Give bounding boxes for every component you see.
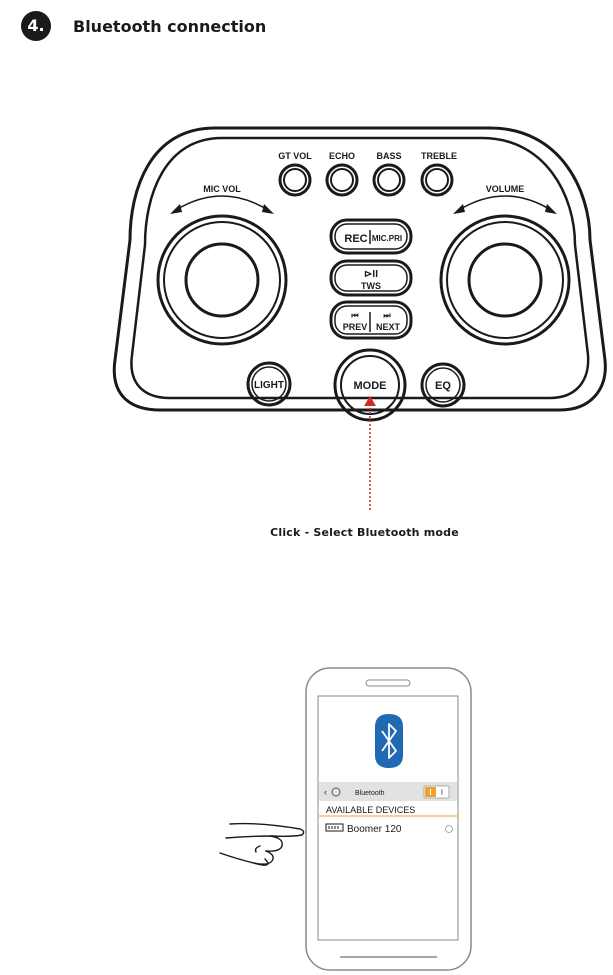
available-devices-header: AVAILABLE DEVICES	[326, 805, 415, 815]
pointing-hand-icon	[219, 822, 305, 866]
next-icon: ⏭	[383, 311, 391, 320]
eq-label: EQ	[435, 380, 451, 392]
volume-label: VOLUME	[486, 184, 525, 194]
bass-label: BASS	[376, 151, 401, 161]
bluetooth-toggle[interactable]	[423, 785, 450, 799]
illustration: GT VOL ECHO BASS TREBLE MIC VOL VOLUME R…	[112, 126, 607, 971]
back-chevron-icon[interactable]: ‹	[324, 787, 327, 797]
play-pause-tws-button[interactable]: ⊳II TWS	[329, 259, 413, 297]
smartphone	[305, 667, 472, 971]
treble-label: TREBLE	[421, 151, 457, 161]
volume-knob[interactable]: VOLUME	[439, 184, 571, 346]
prev-next-button[interactable]: ⏮ ⏭ PREV NEXT	[329, 300, 413, 340]
mic-pri-label: MIC.PRI	[372, 234, 402, 243]
tws-label: TWS	[361, 281, 381, 291]
knob-treble[interactable]: TREBLE	[420, 151, 457, 197]
rec-label: REC	[344, 233, 367, 245]
device-name: Boomer 120	[347, 824, 402, 835]
rec-mic-pri-button[interactable]: REC MIC.PRI	[329, 218, 413, 255]
mic-vol-label: MIC VOL	[203, 184, 241, 194]
prev-label: PREV	[343, 322, 368, 332]
bluetooth-icon	[375, 714, 403, 768]
mode-label: MODE	[354, 380, 387, 392]
instruction-caption: Click - Select Bluetooth mode	[270, 526, 459, 539]
prev-icon: ⏮	[351, 311, 358, 320]
next-label: NEXT	[376, 322, 401, 332]
knob-gt-vol[interactable]: GT VOL	[278, 151, 312, 197]
eq-button[interactable]: EQ	[420, 362, 466, 408]
gt-vol-label: GT VOL	[278, 151, 312, 161]
light-label: LIGHT	[254, 380, 284, 391]
play-pause-icon: ⊳II	[364, 269, 378, 280]
mic-vol-knob[interactable]: MIC VOL	[156, 184, 288, 346]
knob-echo[interactable]: ECHO	[325, 151, 359, 197]
knob-bass[interactable]: BASS	[372, 151, 406, 197]
echo-label: ECHO	[329, 151, 355, 161]
bluetooth-settings-bar: ‹ Bluetooth	[319, 782, 457, 801]
settings-title: Bluetooth	[355, 790, 385, 797]
